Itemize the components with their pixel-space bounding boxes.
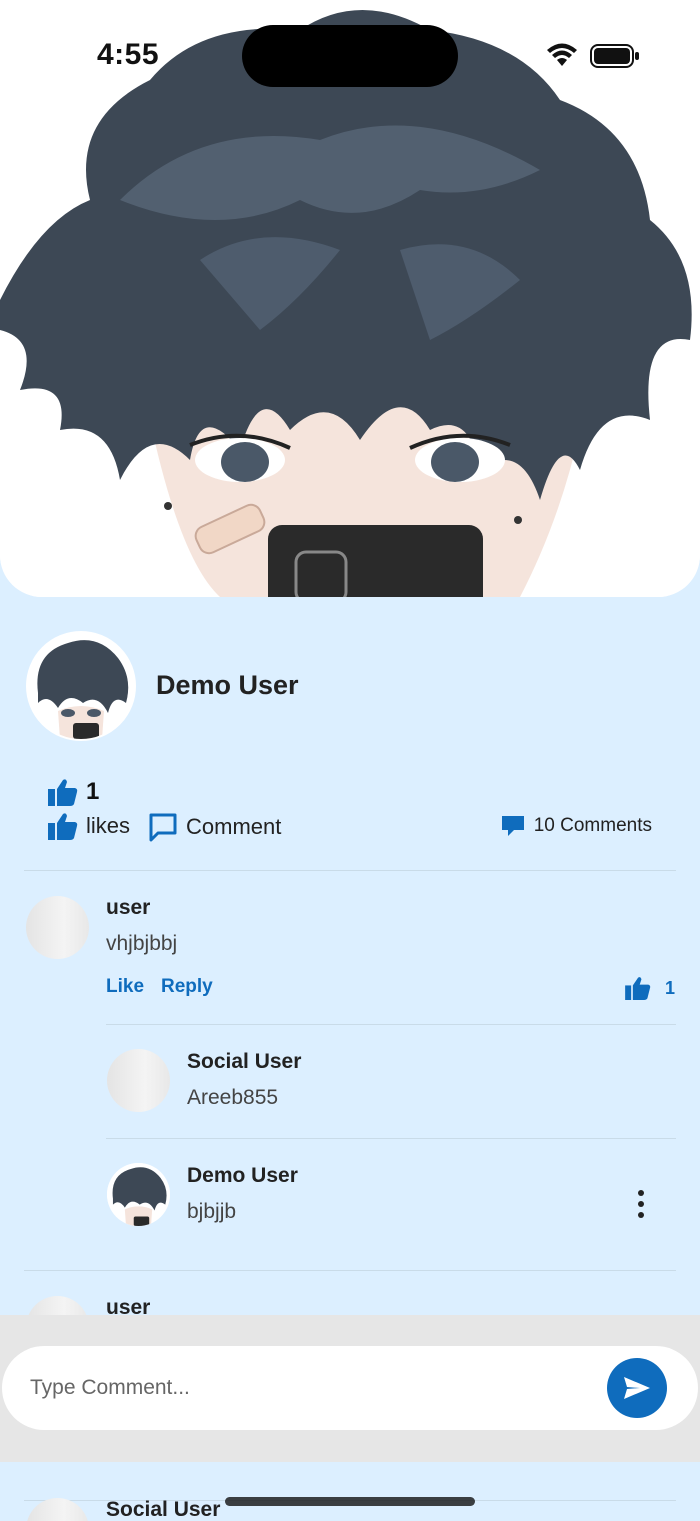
like-summary: 1: [48, 778, 99, 806]
comment-like-count[interactable]: 1: [625, 976, 675, 1000]
comment-label: Comment: [186, 814, 282, 839]
comment-author: user: [106, 896, 151, 919]
comment-reply-button[interactable]: Reply: [161, 976, 213, 998]
divider: [24, 870, 676, 871]
author-avatar[interactable]: [26, 631, 136, 741]
likes-label: likes: [86, 813, 131, 838]
reply-author: Demo User: [187, 1164, 298, 1187]
comment-avatar[interactable]: [26, 1498, 89, 1521]
comment-author: Social User: [106, 1498, 221, 1521]
comment-text: vhjbjbbj: [106, 932, 178, 955]
comments-filled-icon: [501, 816, 524, 836]
home-indicator[interactable]: [225, 1497, 475, 1506]
divider: [24, 1270, 676, 1271]
reply-text: Areeb855: [187, 1086, 279, 1109]
author-name[interactable]: Demo User: [156, 670, 299, 701]
comments-count-label: 10 Comments: [533, 815, 652, 836]
reply-author: Social User: [187, 1050, 302, 1073]
send-icon: [624, 1377, 650, 1399]
comment-avatar[interactable]: [26, 896, 89, 959]
like-count: 1: [86, 778, 100, 805]
like-button[interactable]: likes: [48, 812, 130, 840]
comments-count[interactable]: 10 Comments: [500, 814, 652, 838]
battery-icon: [590, 44, 639, 68]
thumbs-up-icon: [625, 977, 651, 1000]
comment-input[interactable]: [30, 1370, 590, 1406]
status-time: 4:55: [97, 38, 160, 71]
divider: [106, 1138, 676, 1139]
comment-icon: [149, 813, 177, 842]
status-bar: 4:55: [0, 0, 700, 110]
reply-text: bjbjjb: [187, 1200, 237, 1223]
reply-avatar[interactable]: [107, 1049, 170, 1112]
send-button[interactable]: [607, 1358, 667, 1418]
comment-button[interactable]: Comment: [148, 812, 281, 842]
thumbs-up-icon: [48, 813, 78, 840]
comment-like-button[interactable]: Like: [106, 976, 144, 998]
thumbs-up-icon: [48, 779, 78, 806]
dynamic-island: [242, 25, 458, 87]
more-options-icon[interactable]: [636, 1190, 646, 1220]
wifi-icon: [547, 43, 577, 66]
post-actions: likes Comment 10 Comments: [48, 812, 652, 846]
divider: [106, 1024, 676, 1025]
comment-composer: [2, 1346, 698, 1430]
comment-likes-value: 1: [665, 977, 676, 998]
reply-avatar[interactable]: [107, 1163, 170, 1226]
